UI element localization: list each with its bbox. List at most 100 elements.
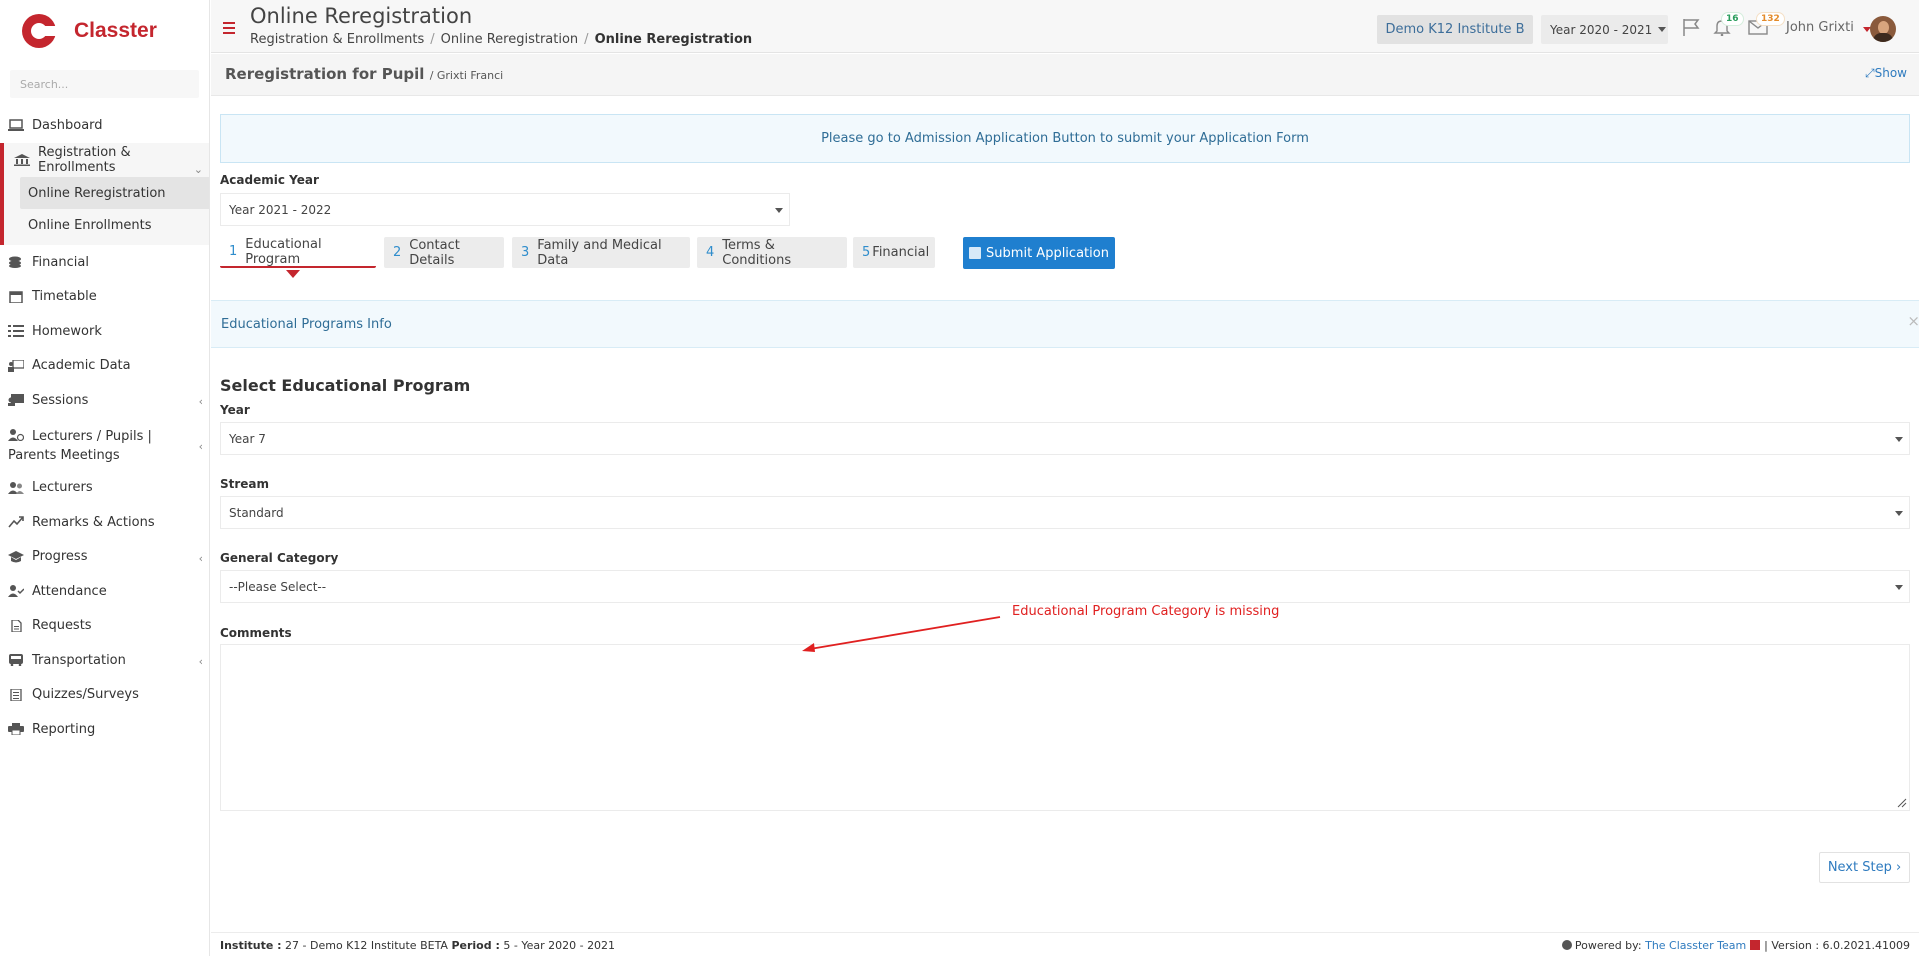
tab-label: Terms & Conditions [722, 237, 792, 268]
user-name[interactable]: John Grixti [1786, 20, 1854, 35]
academic-year-select[interactable]: Year 2021 - 2022 [220, 193, 790, 226]
page-title: Online Reregistration [250, 4, 473, 28]
sidebar-item-financial[interactable]: Financial [0, 245, 209, 280]
sidebar-item-label: Academic Data [32, 358, 131, 374]
close-icon[interactable]: × [1907, 312, 1919, 330]
chevron-left-icon: ‹ [198, 395, 203, 408]
sidebar-item-attendance[interactable]: Attendance [0, 574, 209, 609]
year-selector-value: Year 2020 - 2021 [1550, 22, 1653, 37]
sidebar-item-transportation[interactable]: Transportation ‹ [0, 643, 209, 678]
caret-down-icon [1658, 27, 1667, 32]
classter-mini-logo-icon [1561, 940, 1572, 950]
tab-number: 2 [393, 245, 402, 260]
general-category-value: --Please Select-- [229, 579, 327, 594]
remarks-icon [8, 516, 24, 528]
avatar[interactable] [1870, 16, 1896, 42]
sidebar-nav: Dashboard Registration & Enrollments ⌄ O… [0, 108, 209, 747]
caret-down-icon [1895, 585, 1903, 590]
stream-value: Standard [229, 505, 284, 520]
breadcrumb-item[interactable]: Registration & Enrollments [250, 32, 424, 47]
sidebar-item-label: Financial [32, 254, 89, 270]
tab-terms-conditions[interactable]: 4 Terms & Conditions [697, 237, 847, 268]
info-alert: Please go to Admission Application Butto… [220, 114, 1910, 163]
general-category-select[interactable]: --Please Select-- [220, 570, 1910, 603]
footer-team-link[interactable]: The Classter Team [1645, 939, 1746, 952]
sidebar-item-lecturers[interactable]: Lecturers [0, 471, 209, 506]
tab-family-medical[interactable]: 3 Family and Medical Data [512, 237, 690, 268]
sidebar-item-homework[interactable]: Homework [0, 314, 209, 349]
sidebar-item-label: Attendance [32, 583, 107, 599]
sidebar-item-label: Timetable [32, 289, 97, 305]
sidebar-item-timetable[interactable]: Timetable [0, 280, 209, 315]
sidebar-item-progress[interactable]: Progress ‹ [0, 540, 209, 575]
users-icon [8, 481, 24, 494]
sidebar-item-requests[interactable]: Requests [0, 609, 209, 644]
hamburger-menu-icon[interactable] [223, 22, 235, 37]
tab-label: Family and Medical Data [537, 237, 662, 268]
sidebar-item-label: Reporting [32, 721, 96, 737]
sidebar-item-quizzes[interactable]: Quizzes/Surveys [0, 678, 209, 713]
bus-icon [8, 654, 24, 667]
footer-version: | Version : 6.0.2021.41009 [1764, 939, 1910, 952]
chevron-down-icon: ⌄ [193, 162, 203, 176]
tab-label: Financial [872, 245, 930, 260]
sidebar-item-meetings[interactable]: Lecturers / Pupils | Parents Meetings ‹ [0, 418, 209, 471]
chevron-left-icon: ‹ [198, 551, 203, 565]
footer: Institute : 27 - Demo K12 Institute BETA… [211, 932, 1919, 956]
tab-financial[interactable]: 5 Financial [853, 237, 935, 268]
chevron-left-icon: ‹ [198, 439, 203, 453]
sidebar-item-label: Sessions [32, 392, 89, 408]
sidebar-item-sessions[interactable]: Sessions ‹ [0, 383, 209, 418]
laptop-icon [8, 119, 24, 132]
graduation-cap-icon [8, 550, 24, 563]
comments-textarea[interactable] [220, 644, 1910, 811]
footer-period-value: 5 - Year 2020 - 2021 [503, 939, 616, 952]
year-value: Year 7 [229, 431, 266, 446]
file-icon [8, 619, 24, 633]
sidebar-item-registration[interactable]: Registration & Enrollments ⌄ [4, 143, 209, 178]
show-link[interactable]: ⤢Show [1865, 66, 1907, 81]
resize-grip-icon[interactable] [1897, 798, 1907, 808]
sidebar-group-registration: Registration & Enrollments ⌄ Online Rere… [0, 142, 209, 245]
institute-button[interactable]: Demo K12 Institute B [1377, 15, 1533, 44]
sidebar-item-label: Progress [32, 549, 88, 565]
chevron-left-icon: ‹ [198, 655, 203, 668]
logo[interactable]: Classter [0, 0, 209, 62]
year-label: Year [220, 403, 250, 417]
sidebar-item-remarks[interactable]: Remarks & Actions [0, 505, 209, 540]
stream-select[interactable]: Standard [220, 496, 1910, 529]
sidebar-item-label: Quizzes/Surveys [32, 687, 139, 703]
footer-context: Institute : 27 - Demo K12 Institute BETA… [220, 939, 615, 952]
footer-institute-value: 27 - Demo K12 Institute BETA [285, 939, 448, 952]
tab-educational-program[interactable]: 1 Educational Program [220, 237, 376, 268]
flag-icon[interactable] [1681, 18, 1701, 36]
bank-icon [14, 153, 30, 166]
sidebar-item-academic-data[interactable]: Academic Data [0, 349, 209, 384]
next-step-button[interactable]: Next Step › [1819, 852, 1910, 883]
year-selector[interactable]: Year 2020 - 2021 [1541, 15, 1668, 44]
comments-label: Comments [220, 626, 292, 640]
footer-powered-label: Powered by: [1574, 939, 1642, 952]
sidebar-search-input[interactable]: Search... [10, 70, 199, 98]
active-tab-pointer [286, 270, 300, 278]
pupil-name: / Grixti Franci [429, 69, 504, 82]
next-step-label: Next Step [1827, 860, 1892, 875]
show-link-label: Show [1874, 66, 1907, 80]
sidebar-item-label: Homework [32, 323, 102, 339]
sidebar-item-label: Dashboard [32, 117, 103, 133]
tasks-icon [8, 325, 24, 338]
submit-application-button[interactable]: Submit Application [963, 237, 1115, 269]
tab-contact-details[interactable]: 2 Contact Details [384, 237, 504, 268]
sidebar-item-reporting[interactable]: Reporting [0, 712, 209, 747]
classter-logo-icon [20, 12, 58, 50]
sidebar-subitem-online-enrollments[interactable]: Online Enrollments [20, 209, 209, 241]
sidebar-subitem-online-reregistration[interactable]: Online Reregistration [20, 177, 209, 209]
breadcrumb-item[interactable]: Online Reregistration [441, 32, 579, 47]
section-title: Educational Programs Info [221, 317, 392, 332]
sidebar-item-dashboard[interactable]: Dashboard [0, 108, 209, 143]
tab-label: Educational Program [245, 236, 322, 267]
annotation-text: Educational Program Category is missing [1012, 604, 1280, 619]
breadcrumb-current: Online Reregistration [594, 32, 753, 47]
year-select[interactable]: Year 7 [220, 422, 1910, 455]
top-bar: Online Reregistration Registration & Enr… [211, 0, 1919, 53]
